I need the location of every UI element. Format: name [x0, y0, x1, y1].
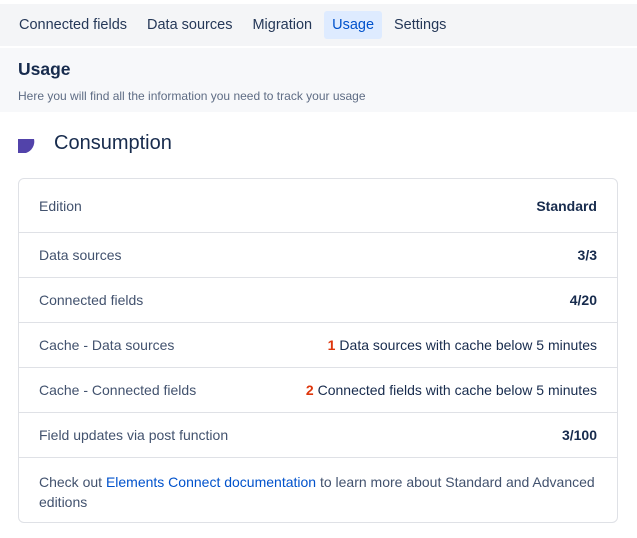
- connected-fields-row: Connected fields 4/20: [19, 278, 617, 323]
- row-label: Cache - Data sources: [39, 337, 175, 353]
- row-label: Edition: [39, 197, 82, 214]
- consumption-section-heading: Consumption: [18, 132, 172, 155]
- page-subtitle: Here you will find all the information y…: [18, 89, 366, 103]
- cache-connected-fields-value: 2 Connected fields with cache below 5 min…: [306, 382, 597, 398]
- data-sources-row: Data sources 3/3: [19, 233, 617, 278]
- row-label: Data sources: [39, 247, 122, 263]
- row-label: Field updates via post function: [39, 427, 229, 443]
- tab-usage[interactable]: Usage: [324, 11, 383, 39]
- documentation-link[interactable]: Elements Connect documentation: [106, 474, 316, 490]
- cache-data-sources-value: 1 Data sources with cache below 5 minutes: [328, 337, 597, 353]
- pie-quarter-icon: [18, 138, 35, 153]
- data-sources-value: 3/3: [577, 247, 597, 263]
- section-title: Consumption: [54, 132, 172, 154]
- connected-fields-value: 4/20: [569, 292, 597, 308]
- row-label: Connected fields: [39, 292, 144, 308]
- field-updates-value: 3/100: [561, 427, 597, 443]
- page-header: Usage Here you will find all the informa…: [0, 48, 637, 112]
- footer-prefix: Check out: [39, 474, 106, 490]
- documentation-note: Check out Elements Connect documentation…: [19, 458, 617, 522]
- tab-bar: Connected fields Data sources Migration …: [0, 4, 637, 46]
- cache-count: 2: [305, 382, 314, 398]
- edition-value: Standard: [536, 197, 597, 214]
- consumption-card: Edition Standard Data sources 3/3 Connec…: [18, 178, 618, 523]
- field-updates-row: Field updates via post function 3/100: [19, 413, 617, 458]
- tab-data-sources[interactable]: Data sources: [139, 11, 240, 39]
- row-label: Cache - Connected fields: [39, 382, 197, 398]
- cache-connected-fields-row: Cache - Connected fields 2 Connected fiel…: [19, 368, 617, 413]
- tab-settings[interactable]: Settings: [386, 11, 454, 39]
- tab-migration[interactable]: Migration: [244, 11, 320, 39]
- edition-row: Edition Standard: [19, 179, 617, 233]
- cache-count: 1: [327, 337, 336, 353]
- cache-text: Connected fields with cache below 5 minu…: [317, 382, 597, 398]
- page-title: Usage: [18, 59, 71, 79]
- tab-connected-fields[interactable]: Connected fields: [11, 11, 135, 39]
- cache-text: Data sources with cache below 5 minutes: [339, 337, 597, 353]
- cache-data-sources-row: Cache - Data sources 1 Data sources with …: [19, 323, 617, 368]
